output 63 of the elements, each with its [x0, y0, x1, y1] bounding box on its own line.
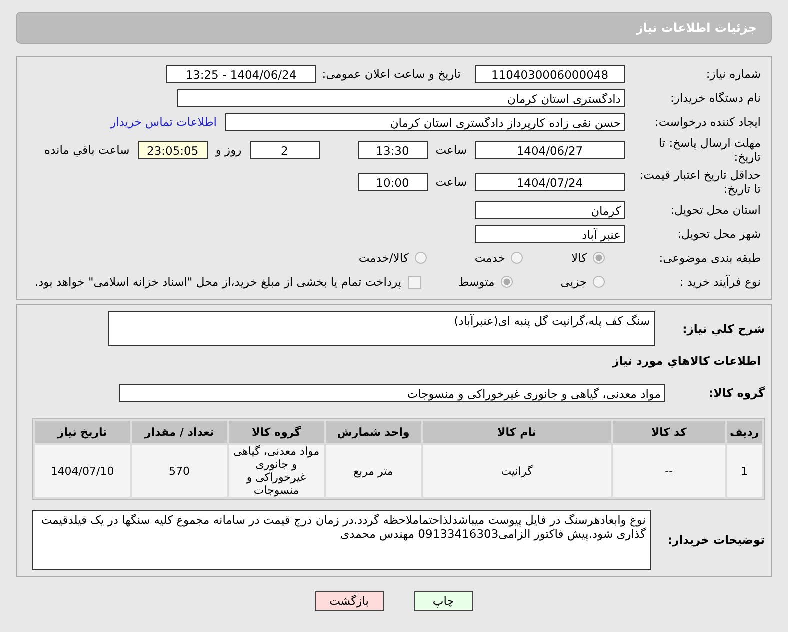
city-field: عنبر آباد: [475, 225, 625, 243]
field-label: استان محل تحویل:: [670, 203, 762, 217]
table-cell: متر مربع: [326, 445, 421, 497]
table-cell: 570: [132, 445, 228, 497]
table-cell: 1: [727, 445, 762, 497]
page-header: جزئیات اطلاعات نیاز: [16, 12, 772, 44]
treasury-note: پرداخت تمام یا بخشی از مبلغ خرید،از محل "اسناد خزانه اسلامی" خواهد بود.: [34, 275, 402, 289]
radio-label: کالا/خدمت: [358, 251, 409, 265]
field-label: ایجاد کننده درخواست:: [654, 115, 762, 129]
days-label: روز و: [216, 143, 242, 157]
buyer-org-field: دادگستری استان کرمان: [177, 89, 625, 107]
radio-button[interactable]: [414, 252, 427, 264]
field-label: گروه کالا:: [708, 386, 766, 400]
table-cell: --: [612, 445, 726, 497]
requester-field: حسن نقی زاده کارپرداز دادگستری استان کرمان: [225, 113, 625, 131]
date-field: 1404/06/27: [475, 141, 625, 159]
time-field: 13:30: [358, 141, 428, 159]
column-header: نام کالا: [423, 421, 611, 443]
time-label: ساعت: [436, 175, 467, 189]
field-label: نام دستگاه خریدار:: [669, 91, 762, 105]
field-label: شرح کلي نياز:: [682, 322, 766, 336]
field-label: نوع فرآیند خرید :: [678, 275, 762, 289]
column-header: گروه کالا: [229, 421, 324, 443]
date-field: 1404/07/24: [475, 173, 625, 191]
field-label: طبقه بندی موضوعی:: [658, 251, 762, 265]
description-box: سنگ کف پله،گرانیت گل پنبه ای(عنبرآباد): [108, 311, 655, 346]
radio-button[interactable]: [593, 252, 605, 264]
field-label: شهر محل تحویل:: [676, 227, 762, 241]
field-label: حداقل تاریخ اعتبار قیمت: تا تاریخ:: [638, 168, 762, 196]
field-label: شماره نیاز:: [705, 67, 762, 81]
buyer-contact-link[interactable]: اطلاعات تماس خریدار: [110, 115, 217, 129]
radio-button[interactable]: [593, 276, 605, 288]
radio-button[interactable]: [511, 252, 524, 264]
province-field: کرمان: [475, 201, 625, 219]
field-label: توضیحات خریدار:: [666, 533, 766, 547]
need-number-field: 1104030006000048: [475, 65, 625, 83]
print-button[interactable]: چاپ: [414, 591, 474, 611]
time-label: ساعت: [436, 143, 467, 157]
column-header: تاریخ نیاز: [35, 421, 130, 443]
radio-label: خدمت: [474, 251, 506, 265]
radio-button[interactable]: [500, 276, 513, 288]
radio-label: جزیی: [560, 275, 587, 289]
notes-box: نوع وابعادهرسنگ در فایل پیوست میباشدلذاحتماملاحظه گردد.در زمان درج قیمت در سامانه مجموع کلیه سنگها در یک فیلدقیمت گذاری شود.پیش فاکتور الزامی09133416303 مهندس محمدی: [32, 510, 651, 570]
section-title: اطلاعات کالاهاي مورد نياز: [611, 353, 762, 370]
back-button[interactable]: بازگشت: [314, 591, 384, 611]
radio-label: متوسط: [458, 275, 495, 289]
column-header: کد کالا: [612, 421, 726, 443]
column-header: واحد شمارش: [326, 421, 421, 443]
time-field: 10:00: [358, 173, 428, 191]
days-field: 2: [250, 141, 320, 159]
table-cell: 1404/07/10: [35, 445, 130, 497]
remaining-label: ساعت باقي مانده: [44, 143, 130, 157]
column-header: تعداد / مقدار: [132, 421, 228, 443]
field-label: مهلت ارسال پاسخ: تا تاریخ:: [658, 136, 762, 164]
announcement-field: 1404/06/24 - 13:25: [166, 65, 316, 83]
column-header: ردیف: [727, 421, 762, 443]
table-cell: گرانیت: [423, 445, 611, 497]
table-cell: مواد معدنی، گیاهی و جانوری غیرخوراکی و منسوجات: [229, 445, 324, 497]
remaining-time-field: 23:05:05: [138, 141, 208, 159]
checkbox[interactable]: [408, 276, 421, 288]
radio-label: کالا: [571, 251, 587, 265]
goods-group-field: مواد معدنی، گیاهی و جانوری غیرخوراکی و منسوجات: [119, 384, 665, 402]
field-label: تاریخ و ساعت اعلان عمومی:: [322, 67, 461, 81]
